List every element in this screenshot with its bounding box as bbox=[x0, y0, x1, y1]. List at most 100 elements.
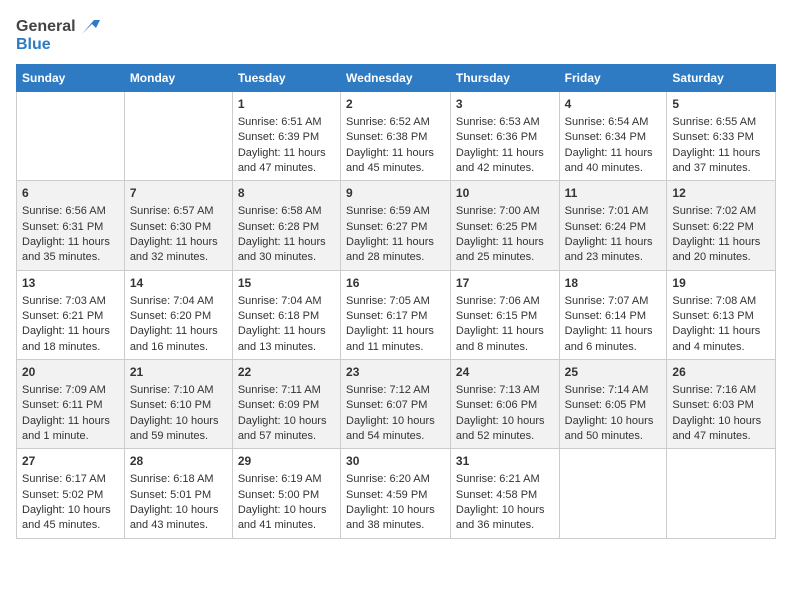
calendar-cell: 16Sunrise: 7:05 AMSunset: 6:17 PMDayligh… bbox=[341, 270, 451, 359]
calendar-cell: 31Sunrise: 6:21 AMSunset: 4:58 PMDayligh… bbox=[450, 449, 559, 538]
header-cell-wednesday: Wednesday bbox=[341, 65, 451, 92]
cell-content: Sunset: 4:59 PM bbox=[346, 488, 445, 503]
cell-content: Sunrise: 6:58 AM bbox=[238, 204, 335, 219]
cell-content: Sunrise: 6:19 AM bbox=[238, 472, 335, 487]
cell-content: Daylight: 11 hours and 45 minutes. bbox=[346, 146, 445, 177]
day-number: 10 bbox=[456, 185, 554, 202]
cell-content: Daylight: 11 hours and 16 minutes. bbox=[130, 324, 227, 355]
calendar-week-1: 1Sunrise: 6:51 AMSunset: 6:39 PMDaylight… bbox=[17, 92, 776, 181]
cell-content: Daylight: 10 hours and 59 minutes. bbox=[130, 414, 227, 445]
cell-content: Daylight: 11 hours and 6 minutes. bbox=[565, 324, 662, 355]
cell-content: Daylight: 10 hours and 43 minutes. bbox=[130, 503, 227, 534]
calendar-cell: 5 Sunrise: 6:55 AMSunset: 6:33 PMDaylight… bbox=[667, 92, 776, 181]
logo-container: General Blue bbox=[16, 16, 100, 54]
cell-content: Sunrise: 7:00 AM bbox=[456, 204, 554, 219]
cell-content: Daylight: 10 hours and 57 minutes. bbox=[238, 414, 335, 445]
calendar-cell: 20Sunrise: 7:09 AMSunset: 6:11 PMDayligh… bbox=[17, 360, 125, 449]
logo-arrow-icon bbox=[78, 16, 100, 38]
cell-content: Daylight: 10 hours and 45 minutes. bbox=[22, 503, 119, 534]
cell-content: Sunset: 6:11 PM bbox=[22, 398, 119, 413]
header-cell-tuesday: Tuesday bbox=[232, 65, 340, 92]
calendar-cell: 18Sunrise: 7:07 AMSunset: 6:14 PMDayligh… bbox=[559, 270, 667, 359]
cell-content: Daylight: 10 hours and 41 minutes. bbox=[238, 503, 335, 534]
cell-content: Sunset: 6:30 PM bbox=[130, 220, 227, 235]
logo-general-text: General bbox=[16, 18, 76, 36]
day-number: 18 bbox=[565, 275, 662, 292]
header-cell-thursday: Thursday bbox=[450, 65, 559, 92]
cell-content: Sunset: 6:27 PM bbox=[346, 220, 445, 235]
calendar-cell: 6Sunrise: 6:56 AMSunset: 6:31 PMDaylight… bbox=[17, 181, 125, 270]
cell-content: Sunrise: 7:06 AM bbox=[456, 294, 554, 309]
cell-content: Sunset: 6:25 PM bbox=[456, 220, 554, 235]
cell-content: Sunset: 6:31 PM bbox=[22, 220, 119, 235]
day-number: 26 bbox=[672, 364, 770, 381]
day-number: 30 bbox=[346, 453, 445, 470]
calendar-cell: 7 Sunrise: 6:57 AMSunset: 6:30 PMDaylight… bbox=[124, 181, 232, 270]
day-number: 31 bbox=[456, 453, 554, 470]
calendar-cell: 17Sunrise: 7:06 AMSunset: 6:15 PMDayligh… bbox=[450, 270, 559, 359]
cell-content: Daylight: 10 hours and 47 minutes. bbox=[672, 414, 770, 445]
calendar-cell: 28 Sunrise: 6:18 AMSunset: 5:01 PMDayligh… bbox=[124, 449, 232, 538]
day-number: 8 bbox=[238, 185, 335, 202]
cell-content: Daylight: 11 hours and 32 minutes. bbox=[130, 235, 227, 266]
cell-content: Daylight: 11 hours and 23 minutes. bbox=[565, 235, 662, 266]
cell-content: Sunset: 6:22 PM bbox=[672, 220, 770, 235]
cell-content: Sunset: 6:33 PM bbox=[672, 130, 770, 145]
day-number: 5 bbox=[672, 96, 770, 113]
cell-content: Sunrise: 6:18 AM bbox=[130, 472, 227, 487]
cell-content: Sunrise: 6:21 AM bbox=[456, 472, 554, 487]
cell-content: Sunset: 6:28 PM bbox=[238, 220, 335, 235]
cell-content: Daylight: 11 hours and 40 minutes. bbox=[565, 146, 662, 177]
cell-content: Sunrise: 6:17 AM bbox=[22, 472, 119, 487]
cell-content: Sunset: 6:21 PM bbox=[22, 309, 119, 324]
calendar-cell: 27Sunrise: 6:17 AMSunset: 5:02 PMDayligh… bbox=[17, 449, 125, 538]
cell-content: Sunset: 6:18 PM bbox=[238, 309, 335, 324]
cell-content: Sunset: 6:34 PM bbox=[565, 130, 662, 145]
cell-content: Sunset: 6:39 PM bbox=[238, 130, 335, 145]
calendar-week-4: 20Sunrise: 7:09 AMSunset: 6:11 PMDayligh… bbox=[17, 360, 776, 449]
calendar-cell: 26 Sunrise: 7:16 AMSunset: 6:03 PMDayligh… bbox=[667, 360, 776, 449]
cell-content: Daylight: 10 hours and 36 minutes. bbox=[456, 503, 554, 534]
cell-content: Sunrise: 7:13 AM bbox=[456, 383, 554, 398]
calendar-table: SundayMondayTuesdayWednesdayThursdayFrid… bbox=[16, 64, 776, 539]
day-number: 1 bbox=[238, 96, 335, 113]
calendar-cell: 22Sunrise: 7:11 AMSunset: 6:09 PMDayligh… bbox=[232, 360, 340, 449]
cell-content: Sunrise: 7:11 AM bbox=[238, 383, 335, 398]
cell-content: Sunrise: 7:16 AM bbox=[672, 383, 770, 398]
calendar-cell: 29Sunrise: 6:19 AMSunset: 5:00 PMDayligh… bbox=[232, 449, 340, 538]
cell-content: Sunset: 5:00 PM bbox=[238, 488, 335, 503]
cell-content: Sunset: 6:03 PM bbox=[672, 398, 770, 413]
cell-content: Daylight: 11 hours and 28 minutes. bbox=[346, 235, 445, 266]
day-number: 7 bbox=[130, 185, 227, 202]
cell-content: Sunset: 5:01 PM bbox=[130, 488, 227, 503]
cell-content: Daylight: 10 hours and 52 minutes. bbox=[456, 414, 554, 445]
cell-content: Sunrise: 6:55 AM bbox=[672, 115, 770, 130]
day-number: 20 bbox=[22, 364, 119, 381]
day-number: 28 bbox=[130, 453, 227, 470]
calendar-cell: 24Sunrise: 7:13 AMSunset: 6:06 PMDayligh… bbox=[450, 360, 559, 449]
calendar-cell bbox=[667, 449, 776, 538]
cell-content: Daylight: 11 hours and 35 minutes. bbox=[22, 235, 119, 266]
cell-content: Daylight: 11 hours and 30 minutes. bbox=[238, 235, 335, 266]
header-cell-monday: Monday bbox=[124, 65, 232, 92]
day-number: 23 bbox=[346, 364, 445, 381]
cell-content: Sunrise: 6:57 AM bbox=[130, 204, 227, 219]
day-number: 14 bbox=[130, 275, 227, 292]
calendar-cell: 30Sunrise: 6:20 AMSunset: 4:59 PMDayligh… bbox=[341, 449, 451, 538]
cell-content: Sunset: 6:09 PM bbox=[238, 398, 335, 413]
cell-content: Sunrise: 6:52 AM bbox=[346, 115, 445, 130]
cell-content: Sunset: 6:10 PM bbox=[130, 398, 227, 413]
day-number: 21 bbox=[130, 364, 227, 381]
cell-content: Sunrise: 6:56 AM bbox=[22, 204, 119, 219]
cell-content: Sunset: 6:05 PM bbox=[565, 398, 662, 413]
calendar-cell: 2Sunrise: 6:52 AMSunset: 6:38 PMDaylight… bbox=[341, 92, 451, 181]
cell-content: Sunrise: 6:53 AM bbox=[456, 115, 554, 130]
calendar-cell: 14Sunrise: 7:04 AMSunset: 6:20 PMDayligh… bbox=[124, 270, 232, 359]
day-number: 27 bbox=[22, 453, 119, 470]
cell-content: Sunrise: 6:54 AM bbox=[565, 115, 662, 130]
cell-content: Sunrise: 7:14 AM bbox=[565, 383, 662, 398]
cell-content: Daylight: 11 hours and 8 minutes. bbox=[456, 324, 554, 355]
cell-content: Daylight: 11 hours and 37 minutes. bbox=[672, 146, 770, 177]
day-number: 25 bbox=[565, 364, 662, 381]
header-cell-sunday: Sunday bbox=[17, 65, 125, 92]
